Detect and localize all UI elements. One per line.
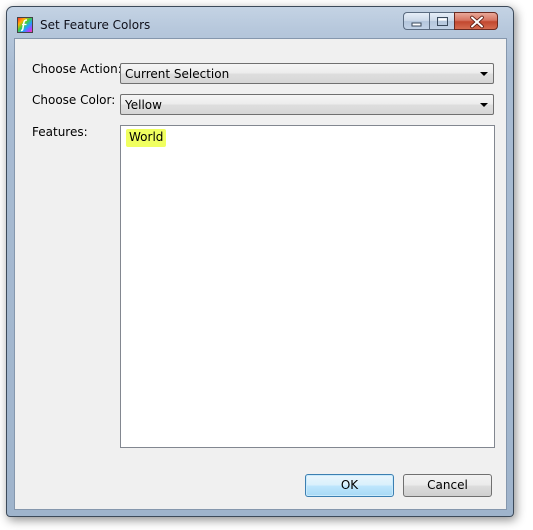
dialog-window: Set Feature Colors Choose Action: Curren… [6, 6, 514, 517]
dialog-client-area: Choose Action: Current Selection Choose … [14, 38, 507, 510]
choose-color-value: Yellow [125, 98, 162, 112]
ok-button[interactable]: OK [305, 474, 394, 497]
cancel-button-label: Cancel [427, 478, 468, 492]
maximize-icon [437, 17, 448, 26]
list-item[interactable]: World [126, 129, 167, 147]
caption-buttons [403, 12, 498, 31]
choose-action-value: Current Selection [125, 67, 230, 81]
choose-action-label: Choose Action: [32, 62, 122, 76]
features-listbox[interactable]: World [120, 125, 495, 448]
choose-color-label: Choose Color: [32, 93, 116, 107]
minimize-icon [411, 22, 422, 27]
minimize-button[interactable] [403, 12, 429, 30]
choose-color-dropdown[interactable]: Yellow [120, 94, 494, 115]
close-icon [470, 15, 484, 29]
chevron-down-icon [480, 103, 488, 107]
app-icon [17, 17, 33, 33]
cancel-button[interactable]: Cancel [403, 474, 492, 497]
choose-action-dropdown[interactable]: Current Selection [120, 63, 494, 84]
window-title: Set Feature Colors [40, 18, 151, 32]
title-bar[interactable]: Set Feature Colors [7, 7, 513, 39]
ok-button-label: OK [340, 478, 359, 492]
close-button[interactable] [454, 12, 498, 30]
features-label: Features: [32, 125, 88, 139]
chevron-down-icon [480, 72, 488, 76]
maximize-button[interactable] [429, 12, 454, 30]
